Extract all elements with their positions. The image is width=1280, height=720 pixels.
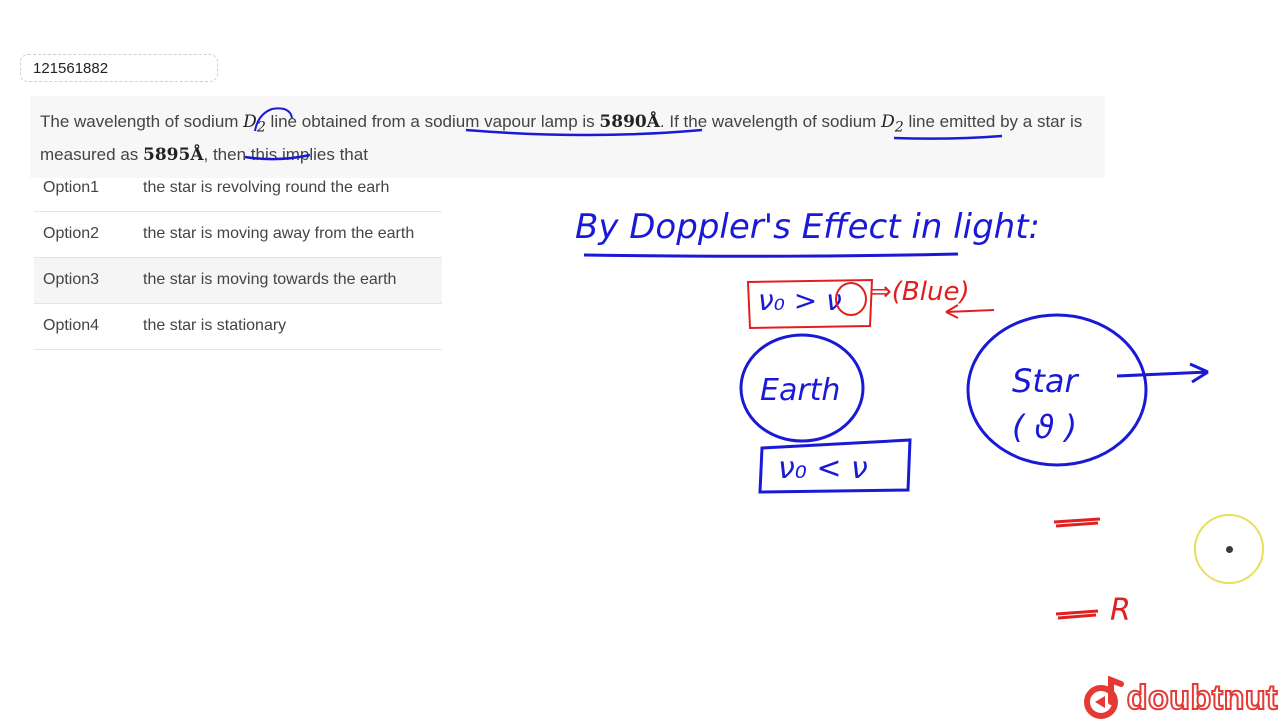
math-d2: D2 xyxy=(243,112,266,136)
brand-logo: doubtnut xyxy=(1081,676,1279,720)
star-arrow-right xyxy=(1116,362,1209,384)
red-arrow-left xyxy=(945,304,995,319)
annotation-implies-blue: ⇒(Blue) xyxy=(870,277,970,307)
question-text-part: The wavelength of sodium xyxy=(40,112,244,131)
option-key: Option2 xyxy=(43,225,100,242)
mouse-cursor-icon xyxy=(1225,545,1234,554)
option-key: Option1 xyxy=(43,179,100,196)
option-text: the star is stationary xyxy=(143,317,287,334)
option-text: the star is revolving round the earh xyxy=(143,179,390,196)
option-row-3[interactable]: Option3 the star is moving towards the e… xyxy=(34,258,442,304)
annotation-heading: By Doppler's Effect in light: xyxy=(575,207,1040,247)
math-value: 5895Å xyxy=(143,145,204,166)
annotation-star-symbol: ( ϑ ) xyxy=(1012,408,1077,446)
math-d2: D2 xyxy=(881,112,904,136)
red-box-top xyxy=(746,278,874,330)
annotation-earth: Earth xyxy=(760,373,840,408)
option-row-2[interactable]: Option2 the star is moving away from the… xyxy=(34,212,442,258)
question-text-part: , then this implies that xyxy=(203,145,368,165)
heading-underline xyxy=(583,252,959,258)
option-key: Option4 xyxy=(43,317,100,334)
option-text: the star is moving towards the earth xyxy=(143,271,397,288)
option-row-4[interactable]: Option4 the star is stationary xyxy=(34,304,442,350)
math-value: 5890Å xyxy=(599,112,660,132)
earth-circle xyxy=(739,333,865,443)
annotation-red-r: R xyxy=(1110,593,1131,628)
option-row-1[interactable]: Option1 the star is revolving round the … xyxy=(34,166,442,212)
red-dash-2 xyxy=(1055,609,1099,620)
question-text-part: sodium vapour lamp is xyxy=(424,112,600,131)
question-text-part: . If the wavelength of xyxy=(659,112,822,131)
option-text: the star is moving away from the earth xyxy=(143,225,415,242)
question-text-part: sodium xyxy=(821,112,882,131)
annotation-box-bottom: ν₀ < ν xyxy=(778,451,868,486)
star-circle xyxy=(966,313,1148,467)
red-dash-1 xyxy=(1053,517,1101,528)
options-table: Option1 the star is revolving round the … xyxy=(34,166,442,350)
annotation-star: Star xyxy=(1012,362,1079,400)
doubtnut-logo-icon xyxy=(1083,676,1124,719)
annotation-box-top: ν₀ > ν xyxy=(758,284,842,317)
brand-name: doubtnut xyxy=(1126,678,1279,718)
circle-nu xyxy=(835,282,867,316)
question-id-badge: 121561882 xyxy=(20,54,218,82)
box-bottom xyxy=(758,438,912,494)
option-key: Option3 xyxy=(43,271,100,288)
question-text-part: line obtained from a xyxy=(265,112,425,131)
